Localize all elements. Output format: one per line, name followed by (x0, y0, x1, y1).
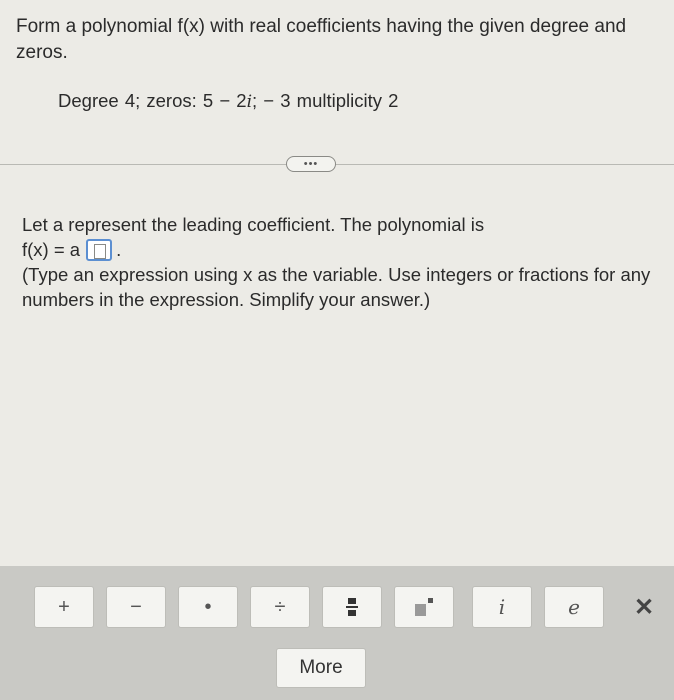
exponent-button[interactable] (394, 586, 454, 628)
answer-intro: Let a represent the leading coefficient.… (22, 214, 485, 235)
fx-prefix: f(x) = a (22, 239, 81, 260)
euler-button[interactable]: e (544, 586, 604, 628)
given-suffix: ; − 3 multiplicity 2 (252, 90, 399, 111)
plus-button[interactable]: + (34, 586, 94, 628)
close-icon[interactable]: ✕ (626, 586, 662, 628)
fx-line: f(x) = a . (22, 237, 662, 262)
math-toolbar: + − • ÷ i e ✕ More (0, 566, 674, 700)
answer-instructions: (Type an expression using x as the varia… (22, 264, 651, 310)
multiply-button[interactable]: • (178, 586, 238, 628)
exponent-icon (415, 598, 433, 616)
fraction-icon (346, 598, 358, 616)
expand-button[interactable]: ••• (286, 156, 336, 172)
answer-area: Let a represent the leading coefficient.… (22, 212, 662, 312)
divide-button[interactable]: ÷ (250, 586, 310, 628)
section-divider (0, 164, 674, 165)
answer-input[interactable] (86, 238, 113, 261)
fraction-button[interactable] (322, 586, 382, 628)
minus-button[interactable]: − (106, 586, 166, 628)
imaginary-button[interactable]: i (472, 586, 532, 628)
more-button[interactable]: More (276, 648, 366, 688)
given-prefix: Degree 4; zeros: 5 − 2 (58, 90, 247, 111)
question-prompt: Form a polynomial f(x) with real coeffic… (16, 16, 627, 63)
given-info: Degree 4; zeros: 5 − 2i; − 3 multiplicit… (58, 90, 398, 112)
fx-suffix: . (116, 239, 122, 260)
